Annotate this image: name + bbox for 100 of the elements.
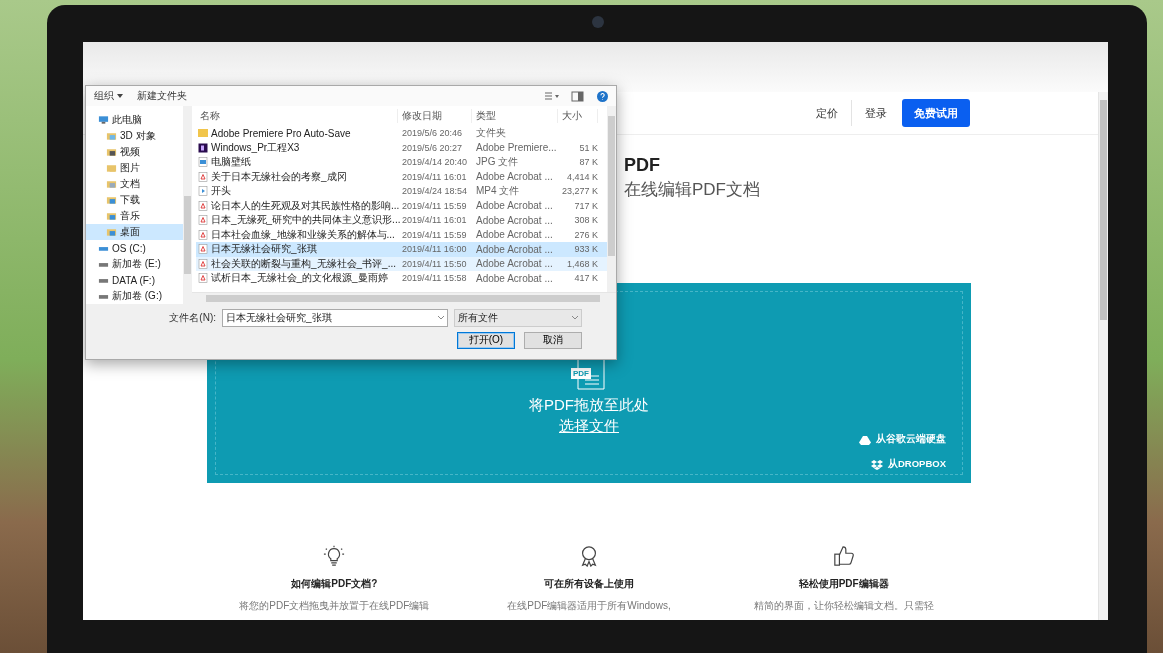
project-file-icon [198,142,208,153]
column-header[interactable]: 修改日期 [398,109,472,123]
column-header[interactable]: 名称 [196,109,398,123]
feature-title: 如何编辑PDF文档? [291,577,378,591]
caret-icon[interactable] [438,316,444,320]
file-size: 1,468 K [565,258,598,269]
pdf-file-icon [198,273,208,284]
file-row[interactable]: 电脑壁纸 2019/4/14 20:40 JPG 文件 87 K [196,155,607,170]
preview-pane-icon[interactable] [571,90,585,102]
new-folder-button[interactable]: 新建文件夹 [137,89,187,103]
dialog-button[interactable]: 打开(O) [457,331,515,349]
feature-text: 将您的PDF文档拖曳并放置于在线PDF编辑 [239,599,430,613]
nav-pane-item[interactable]: DATA (F:) [86,272,183,288]
scrollbar[interactable] [192,292,616,304]
help-icon[interactable] [597,90,608,102]
file-date: 2019/4/11 15:59 [401,229,468,240]
folder-icon [106,147,117,157]
file-name: Windows_Pr工程X3 [211,140,300,155]
file-date: 2019/4/11 16:01 [401,215,468,226]
file-size: 933 K [573,244,598,255]
box-icon [870,459,883,470]
file-row[interactable]: 关于日本无缘社会的考察_成冈 2019/4/11 16:01 Adobe Acrobat ... 4,414 K [196,169,607,184]
file-size: 87 K [578,157,598,168]
file-type: JPG 文件 [475,155,520,170]
file-size: 717 K [573,200,598,211]
file-row[interactable]: Adobe Premiere Pro Auto-Save 2019/5/6 20:46 文件夹 [196,126,607,141]
file-date: 2019/5/6 20:46 [401,128,464,139]
video-file-icon [198,186,208,197]
file-row[interactable]: 论日本人的生死观及对其民族性格的影响... 2019/4/11 15:59 Adobe Acrobat ... 717 K [196,198,607,213]
nav-link[interactable]: 定价 [803,105,851,121]
folder-icon [106,179,117,189]
nav-link[interactable]: 登录 [852,105,900,121]
file-date: 2019/4/11 16:00 [401,244,468,255]
file-type-dropdown[interactable]: 所有文件 [454,309,582,327]
view-options-icon[interactable] [545,90,559,102]
file-name: 日本社会血缘_地缘和业缘关系的解体与... [211,227,395,242]
column-header[interactable]: 大小 [558,109,598,123]
file-name: Adobe Premiere Pro Auto-Save [211,127,351,139]
file-name: 电脑壁纸 [211,155,251,170]
lightbulb-icon [323,545,346,567]
pdf-file-icon [198,171,208,182]
page-heading: PDF [624,155,661,176]
nav-pane-item[interactable]: 音乐 [86,208,183,224]
pdf-file-icon [198,258,208,269]
pdf-file-icon [198,200,208,211]
camera-dot [592,16,604,28]
file-size: 276 K [573,229,598,240]
nav-pane-item[interactable]: 3D 对象 [86,128,183,144]
folder-icon [106,195,117,205]
file-type: 文件夹 [475,126,507,141]
column-header[interactable]: 类型 [472,109,558,123]
file-row[interactable]: 开头 2019/4/24 18:54 MP4 文件 23,277 K [196,184,607,199]
caret-icon [117,94,123,98]
folder-icon [106,211,117,221]
file-date: 2019/4/24 18:54 [401,186,469,197]
file-name: 关于日本无缘社会的考察_成冈 [211,169,347,184]
nav-pane-item[interactable]: 视频 [86,144,183,160]
file-date: 2019/4/11 15:58 [401,273,468,284]
folder-icon [198,128,208,139]
nav-pane-item[interactable]: 新加卷 (G:) [86,288,183,304]
nav-pane-item[interactable]: 文档 [86,176,183,192]
scrollbar[interactable] [607,106,616,292]
nav-pane-item[interactable]: 此电脑 [86,112,183,128]
file-date: 2019/5/6 20:27 [401,142,464,153]
nav-pane-item[interactable]: 下载 [86,192,183,208]
nav-pane-item[interactable]: 图片 [86,160,183,176]
file-row[interactable]: 试析日本_无缘社会_的文化根源_曼雨婷 2019/4/11 15:58 Adobe Acrobat ... 417 K [196,271,607,286]
file-type: Adobe Acrobat ... [475,200,554,212]
file-name: 论日本人的生死观及对其民族性格的影响... [211,198,400,213]
file-type: Adobe Acrobat ... [475,272,554,284]
file-row[interactable]: 日本无缘社会研究_张琪 2019/4/11 16:00 Adobe Acrobat ... 933 K [196,242,607,257]
thumbs-up-icon [832,545,855,567]
file-name-field[interactable]: 日本无缘社会研究_张琪 [222,309,448,327]
file-date: 2019/4/11 16:01 [401,171,468,182]
cloud-drive-icon [859,434,871,445]
organize-menu[interactable]: 组织 [94,89,123,103]
image-file-icon [198,157,208,168]
file-row[interactable]: 日本_无缘死_研究中的共同体主义意识形...2019/4/11 16:01 Adobe Acrobat ... 308 K [196,213,607,228]
file-date: 2019/4/14 20:40 [401,157,469,168]
file-size: 51 K [578,142,598,153]
nav-pane-item[interactable]: 新加卷 (E:) [86,256,183,272]
scrollbar[interactable] [1098,92,1108,620]
free-trial-button[interactable]: 免费试用 [902,99,970,127]
file-size: 4,414 K [565,171,598,182]
feature-title: 可在所有设备上使用 [544,577,634,591]
file-row[interactable]: Windows_Pr工程X3 2019/5/6 20:27 Adobe Premiere... 51 K [196,140,607,155]
file-date: 2019/4/11 15:59 [401,200,468,211]
nav-pane-item[interactable]: OS (C:) [86,240,183,256]
dialog-button[interactable]: 取消 [524,331,582,349]
nav-pane-item[interactable]: 桌面 [86,224,183,240]
computer-icon [98,115,109,125]
file-name: 试析日本_无缘社会_的文化根源_曼雨婷 [211,271,388,286]
file-row[interactable]: 日本社会血缘_地缘和业缘关系的解体与... 2019/4/11 15:59 Adobe Acrobat ... 276 K [196,227,607,242]
file-type: Adobe Acrobat ... [475,171,554,183]
file-type: MP4 文件 [475,184,521,199]
caret-icon [572,316,578,320]
file-size: 417 K [573,273,598,284]
feature-title: 轻松使用PDF编辑器 [798,577,889,591]
feature-text: 在线PDF编辑器适用于所有Windows, [507,599,671,613]
scrollbar[interactable] [183,106,192,304]
